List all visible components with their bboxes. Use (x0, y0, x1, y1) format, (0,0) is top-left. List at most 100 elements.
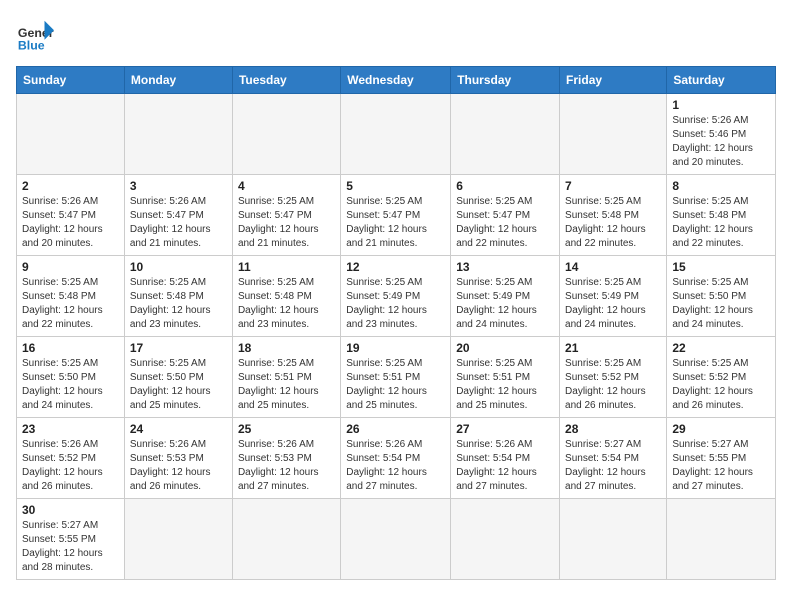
calendar-cell: 2 Sunrise: 5:26 AM Sunset: 5:47 PM Daylig… (17, 175, 125, 256)
day-number: 17 (130, 341, 227, 355)
calendar-cell: 14Sunrise: 5:25 AM Sunset: 5:49 PM Dayli… (560, 256, 667, 337)
day-info: Sunrise: 5:26 AM Sunset: 5:46 PM Dayligh… (672, 114, 770, 170)
calendar-cell (124, 94, 232, 175)
calendar-cell: 26 Sunrise: 5:26 AM Sunset: 5:54 PM Dayli… (341, 418, 451, 499)
day-number: 1 (672, 98, 770, 112)
calendar-cell (341, 499, 451, 580)
calendar-cell: 22 Sunrise: 5:25 AM Sunset: 5:52 PM Dayli… (667, 337, 776, 418)
day-info: Sunrise: 5:25 AM Sunset: 5:48 PM Dayligh… (565, 195, 661, 251)
calendar-cell: 17 Sunrise: 5:25 AM Sunset: 5:50 PM Dayli… (124, 337, 232, 418)
day-info: Sunrise: 5:25 AM Sunset: 5:50 PM Dayligh… (22, 357, 119, 413)
day-info: Sunrise: 5:25 AM Sunset: 5:48 PM Dayligh… (672, 195, 770, 251)
day-number: 3 (130, 179, 227, 193)
day-number: 20 (456, 341, 554, 355)
calendar-cell: 3 Sunrise: 5:26 AM Sunset: 5:47 PM Daylig… (124, 175, 232, 256)
day-number: 12 (346, 260, 445, 274)
calendar-cell: 25 Sunrise: 5:26 AM Sunset: 5:53 PM Dayli… (232, 418, 340, 499)
day-info: Sunrise: 5:25 AM Sunset: 5:50 PM Dayligh… (672, 276, 770, 332)
day-of-week-thursday: Thursday (451, 67, 560, 94)
calendar-cell (124, 499, 232, 580)
day-number: 9 (22, 260, 119, 274)
day-number: 28 (565, 422, 661, 436)
calendar-cell: 12 Sunrise: 5:25 AM Sunset: 5:49 PM Dayli… (341, 256, 451, 337)
calendar-week-5: 23Sunrise: 5:26 AM Sunset: 5:52 PM Dayli… (17, 418, 776, 499)
calendar-cell: 7Sunrise: 5:25 AM Sunset: 5:48 PM Daylig… (560, 175, 667, 256)
day-of-week-tuesday: Tuesday (232, 67, 340, 94)
svg-text:Blue: Blue (18, 38, 45, 52)
day-number: 13 (456, 260, 554, 274)
day-info: Sunrise: 5:25 AM Sunset: 5:52 PM Dayligh… (672, 357, 770, 413)
day-number: 22 (672, 341, 770, 355)
day-info: Sunrise: 5:25 AM Sunset: 5:49 PM Dayligh… (346, 276, 445, 332)
day-number: 10 (130, 260, 227, 274)
page-header: General Blue (16, 16, 776, 54)
calendar-cell (667, 499, 776, 580)
day-number: 30 (22, 503, 119, 517)
day-info: Sunrise: 5:25 AM Sunset: 5:51 PM Dayligh… (346, 357, 445, 413)
day-of-week-saturday: Saturday (667, 67, 776, 94)
day-number: 27 (456, 422, 554, 436)
calendar-cell (451, 94, 560, 175)
day-info: Sunrise: 5:27 AM Sunset: 5:54 PM Dayligh… (565, 438, 661, 494)
calendar-cell (17, 94, 125, 175)
calendar-week-6: 30 Sunrise: 5:27 AM Sunset: 5:55 PM Dayli… (17, 499, 776, 580)
calendar-cell: 19Sunrise: 5:25 AM Sunset: 5:51 PM Dayli… (341, 337, 451, 418)
day-info: Sunrise: 5:26 AM Sunset: 5:47 PM Dayligh… (22, 195, 119, 251)
day-info: Sunrise: 5:26 AM Sunset: 5:54 PM Dayligh… (456, 438, 554, 494)
calendar-cell: 18Sunrise: 5:25 AM Sunset: 5:51 PM Dayli… (232, 337, 340, 418)
calendar-cell (341, 94, 451, 175)
calendar-cell (560, 94, 667, 175)
day-info: Sunrise: 5:26 AM Sunset: 5:53 PM Dayligh… (130, 438, 227, 494)
calendar-cell: 24 Sunrise: 5:26 AM Sunset: 5:53 PM Dayli… (124, 418, 232, 499)
calendar-week-2: 2 Sunrise: 5:26 AM Sunset: 5:47 PM Daylig… (17, 175, 776, 256)
calendar-cell: 9 Sunrise: 5:25 AM Sunset: 5:48 PM Daylig… (17, 256, 125, 337)
calendar-cell: 21 Sunrise: 5:25 AM Sunset: 5:52 PM Dayli… (560, 337, 667, 418)
calendar-table: SundayMondayTuesdayWednesdayThursdayFrid… (16, 66, 776, 580)
logo: General Blue (16, 16, 54, 54)
day-info: Sunrise: 5:26 AM Sunset: 5:54 PM Dayligh… (346, 438, 445, 494)
day-number: 6 (456, 179, 554, 193)
day-info: Sunrise: 5:25 AM Sunset: 5:50 PM Dayligh… (130, 357, 227, 413)
day-number: 14 (565, 260, 661, 274)
day-number: 24 (130, 422, 227, 436)
day-number: 11 (238, 260, 335, 274)
day-info: Sunrise: 5:25 AM Sunset: 5:52 PM Dayligh… (565, 357, 661, 413)
day-info: Sunrise: 5:27 AM Sunset: 5:55 PM Dayligh… (672, 438, 770, 494)
day-info: Sunrise: 5:26 AM Sunset: 5:52 PM Dayligh… (22, 438, 119, 494)
calendar-cell: 5Sunrise: 5:25 AM Sunset: 5:47 PM Daylig… (341, 175, 451, 256)
day-info: Sunrise: 5:27 AM Sunset: 5:55 PM Dayligh… (22, 519, 119, 575)
calendar-week-4: 16Sunrise: 5:25 AM Sunset: 5:50 PM Dayli… (17, 337, 776, 418)
day-info: Sunrise: 5:25 AM Sunset: 5:49 PM Dayligh… (456, 276, 554, 332)
calendar-cell: 13 Sunrise: 5:25 AM Sunset: 5:49 PM Dayli… (451, 256, 560, 337)
calendar-week-3: 9 Sunrise: 5:25 AM Sunset: 5:48 PM Daylig… (17, 256, 776, 337)
day-number: 4 (238, 179, 335, 193)
day-info: Sunrise: 5:25 AM Sunset: 5:48 PM Dayligh… (130, 276, 227, 332)
calendar-cell (232, 499, 340, 580)
day-number: 18 (238, 341, 335, 355)
day-number: 15 (672, 260, 770, 274)
day-info: Sunrise: 5:25 AM Sunset: 5:47 PM Dayligh… (238, 195, 335, 251)
day-of-week-wednesday: Wednesday (341, 67, 451, 94)
calendar-cell: 11Sunrise: 5:25 AM Sunset: 5:48 PM Dayli… (232, 256, 340, 337)
calendar-cell: 27 Sunrise: 5:26 AM Sunset: 5:54 PM Dayli… (451, 418, 560, 499)
day-of-week-sunday: Sunday (17, 67, 125, 94)
calendar-cell: 23Sunrise: 5:26 AM Sunset: 5:52 PM Dayli… (17, 418, 125, 499)
day-number: 2 (22, 179, 119, 193)
day-number: 29 (672, 422, 770, 436)
day-info: Sunrise: 5:25 AM Sunset: 5:48 PM Dayligh… (22, 276, 119, 332)
day-number: 21 (565, 341, 661, 355)
day-of-week-monday: Monday (124, 67, 232, 94)
day-info: Sunrise: 5:26 AM Sunset: 5:47 PM Dayligh… (130, 195, 227, 251)
calendar-cell: 28 Sunrise: 5:27 AM Sunset: 5:54 PM Dayli… (560, 418, 667, 499)
day-number: 26 (346, 422, 445, 436)
calendar-cell: 8Sunrise: 5:25 AM Sunset: 5:48 PM Daylig… (667, 175, 776, 256)
calendar-cell: 1 Sunrise: 5:26 AM Sunset: 5:46 PM Daylig… (667, 94, 776, 175)
day-number: 25 (238, 422, 335, 436)
day-info: Sunrise: 5:25 AM Sunset: 5:47 PM Dayligh… (456, 195, 554, 251)
calendar-cell: 4 Sunrise: 5:25 AM Sunset: 5:47 PM Daylig… (232, 175, 340, 256)
calendar-cell (451, 499, 560, 580)
calendar-cell: 10 Sunrise: 5:25 AM Sunset: 5:48 PM Dayli… (124, 256, 232, 337)
day-info: Sunrise: 5:26 AM Sunset: 5:53 PM Dayligh… (238, 438, 335, 494)
calendar-cell: 15 Sunrise: 5:25 AM Sunset: 5:50 PM Dayli… (667, 256, 776, 337)
calendar-week-1: 1 Sunrise: 5:26 AM Sunset: 5:46 PM Daylig… (17, 94, 776, 175)
